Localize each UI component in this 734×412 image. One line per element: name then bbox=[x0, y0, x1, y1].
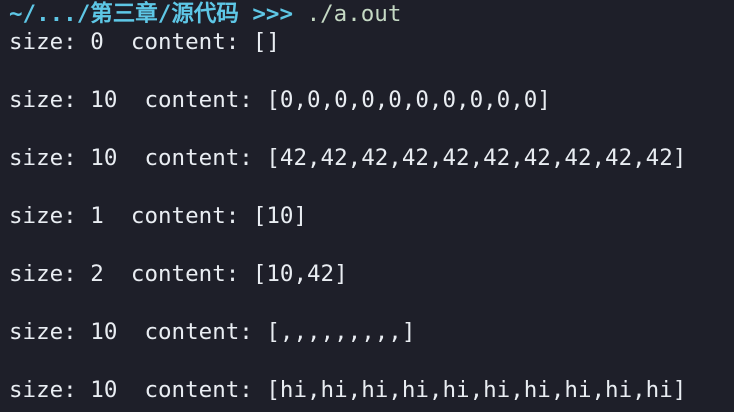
output-line: size: 1 content: [10] bbox=[9, 203, 308, 229]
output-line: size: 10 content: [,,,,,,,,,] bbox=[9, 319, 416, 345]
output-line: size: 0 content: [] bbox=[9, 29, 280, 55]
output-line: size: 2 content: [10,42] bbox=[9, 261, 348, 287]
prompt-line: ~/.../第三章/源代码 >>> ./a.out bbox=[9, 0, 401, 29]
output-line: size: 10 content: [42,42,42,42,42,42,42,… bbox=[9, 145, 687, 171]
output-line: size: 10 content: [hi,hi,hi,hi,hi,hi,hi,… bbox=[9, 377, 687, 403]
terminal-window[interactable]: ~/.../第三章/源代码 >>> ./a.out size: 0 conten… bbox=[0, 0, 734, 412]
command-text: ./a.out bbox=[306, 1, 402, 27]
output-line: size: 10 content: [0,0,0,0,0,0,0,0,0,0] bbox=[9, 87, 551, 113]
prompt-symbol: >>> bbox=[252, 1, 294, 27]
prompt-path: ~/.../第三章/源代码 bbox=[9, 1, 239, 27]
